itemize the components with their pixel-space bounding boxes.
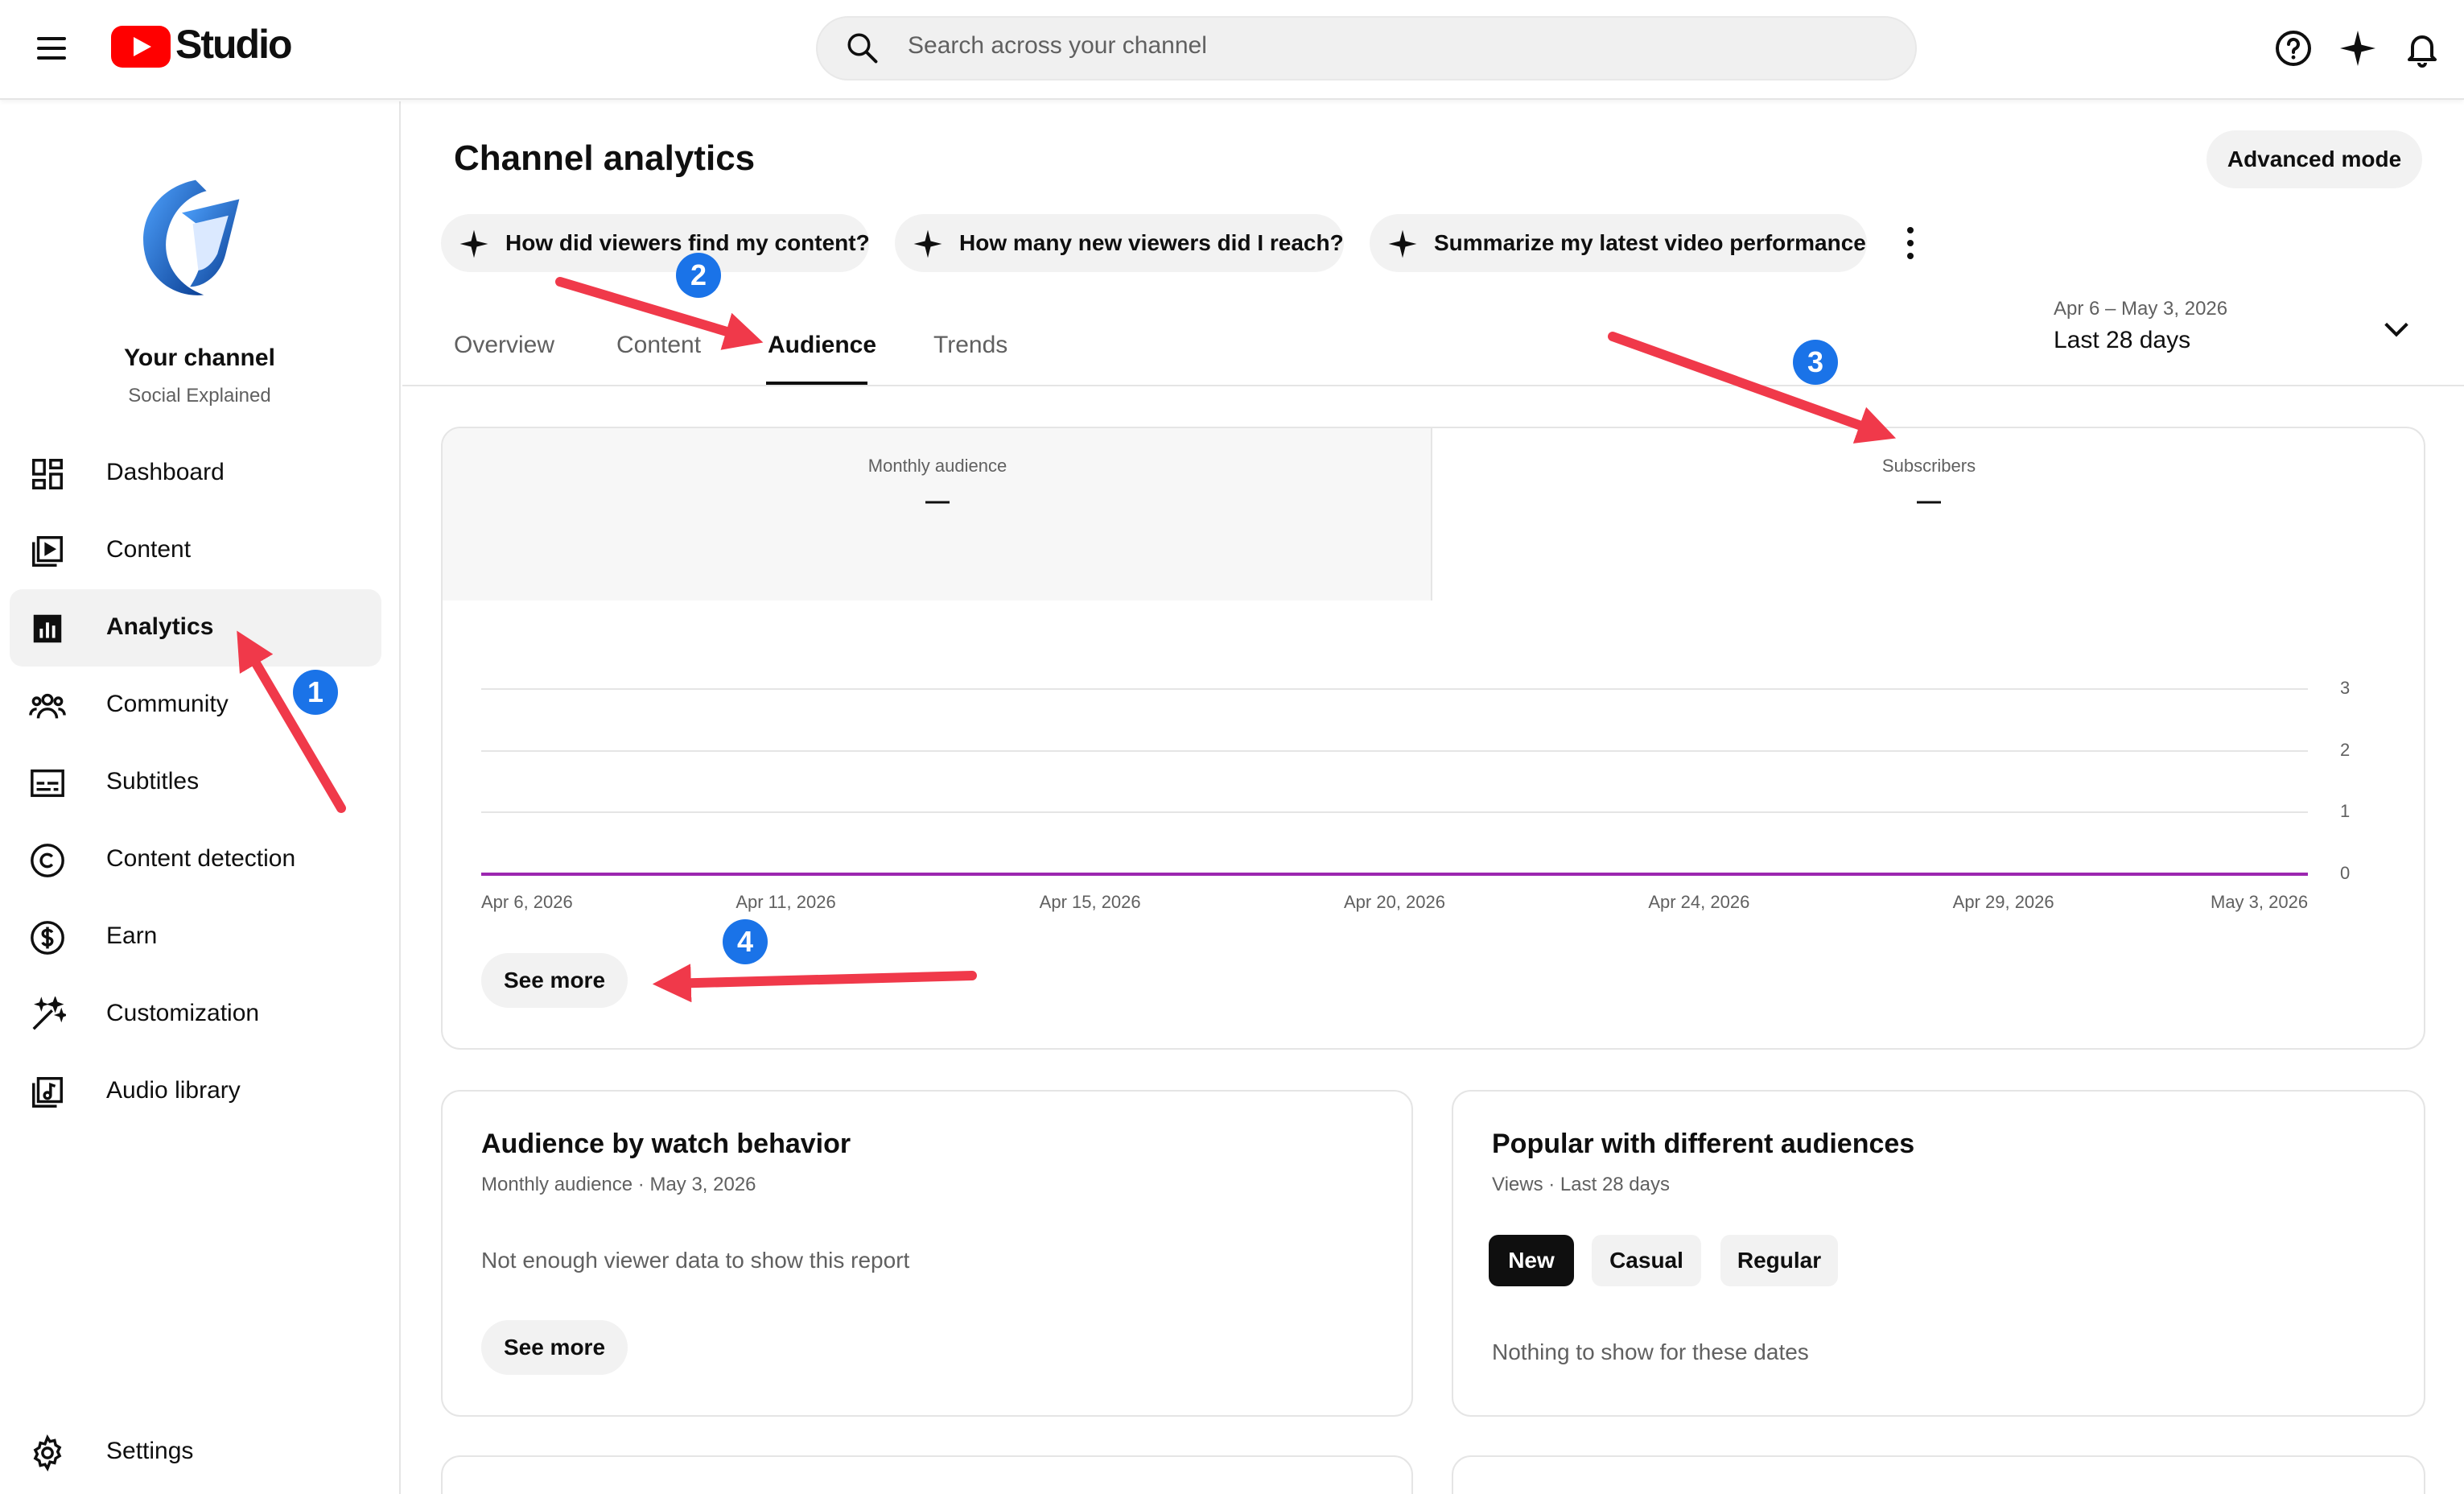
search-input[interactable]: Search across your channel [908,32,1207,60]
chart-x-tick-label: Apr 20, 2026 [1344,892,1445,912]
chart-x-tick-label: Apr 29, 2026 [1952,892,2054,912]
notifications-bell-icon[interactable] [2403,29,2441,68]
chart-x-tick-label: Apr 6, 2026 [481,892,573,912]
search-icon [847,33,878,64]
annotation-badge-4: 4 [723,919,768,964]
chart-x-tick-label: Apr 15, 2026 [1039,892,1141,912]
chart-x-tick-label: May 3, 2026 [2211,892,2309,912]
youtube-logo-icon[interactable] [111,26,171,68]
chart-x-tick-label: Apr 24, 2026 [1648,892,1750,912]
annotation-badge-1: 1 [293,670,338,715]
annotation-badge-3: 3 [1793,340,1838,385]
sparkle-icon[interactable] [2338,29,2377,68]
help-icon[interactable] [2274,29,2313,68]
chart-x-tick-label: Apr 11, 2026 [735,892,836,912]
top-header: Studio Search across your channel [0,0,2464,100]
studio-logo-text[interactable]: Studio [175,21,293,68]
menu-icon[interactable] [32,32,71,64]
annotation-badge-2: 2 [676,253,721,298]
chart-series-line[interactable] [0,0,2464,1494]
